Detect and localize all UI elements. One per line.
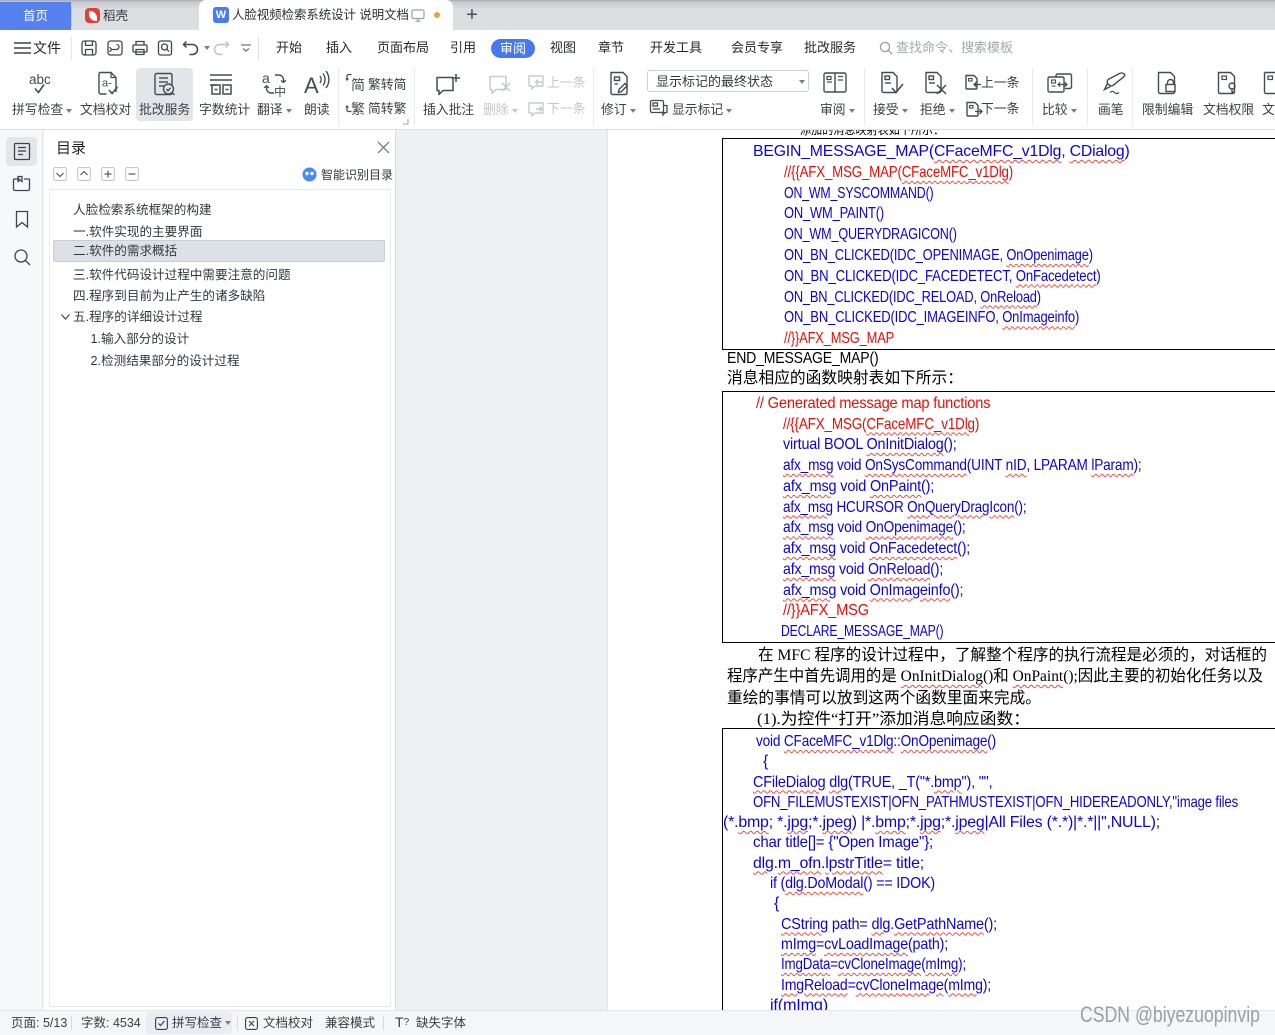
svg-text:简: 简 xyxy=(351,77,365,93)
svg-text:中: 中 xyxy=(274,84,286,98)
svg-text:繁: 繁 xyxy=(351,101,365,117)
svg-text:A: A xyxy=(304,73,319,98)
svg-text:a: a xyxy=(262,71,270,86)
svg-text:a-: a- xyxy=(102,78,112,90)
svg-text:abc: abc xyxy=(29,72,51,87)
